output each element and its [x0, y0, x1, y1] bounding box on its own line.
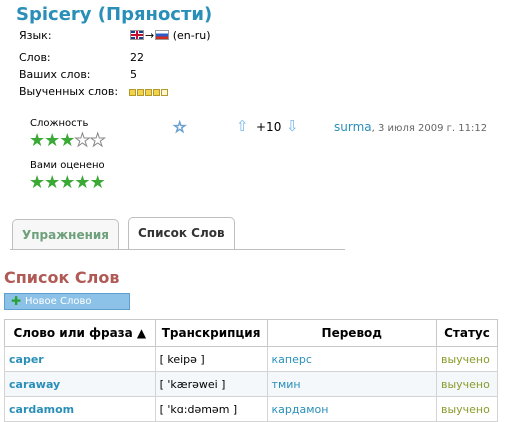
star-icon: ★: [89, 172, 106, 193]
progress-box: [161, 89, 168, 96]
your-rating-stars: ★★★★★: [29, 172, 106, 193]
header-status[interactable]: Статус: [435, 319, 499, 347]
author-link[interactable]: surma: [334, 120, 372, 134]
word-cell[interactable]: caraway: [4, 371, 156, 397]
star-icon: ★: [59, 172, 75, 193]
up-arrow-icon[interactable]: ⇧: [236, 117, 249, 135]
transcription-cell: [ 'kɑ:dəməm ]: [154, 396, 268, 422]
section-title: Список Слов: [4, 268, 120, 287]
status-cell: выучено: [435, 396, 499, 422]
favorite-star-icon[interactable]: ☆: [172, 118, 186, 137]
down-arrow-icon[interactable]: ⇩: [286, 117, 299, 135]
star-icon: ★: [44, 130, 60, 151]
plus-icon: ✚: [11, 294, 22, 308]
language-label: Язык:: [19, 29, 52, 42]
progress-box: [153, 89, 160, 96]
new-word-label: Новое Слово: [25, 296, 92, 307]
learned-label: Выученных слов:: [19, 85, 119, 98]
progress-box: [137, 89, 144, 96]
star-icon: ★: [44, 172, 60, 193]
language-value: → (en-ru): [130, 29, 211, 42]
table-row: caper [ keipə ] каперс выучено: [4, 346, 499, 372]
translation-cell[interactable]: каперс: [266, 346, 437, 372]
translation-cell[interactable]: тмин: [266, 371, 437, 397]
translation-cell[interactable]: кардамон: [266, 396, 437, 422]
ru-flag-icon: [155, 30, 170, 40]
progress-box: [129, 89, 136, 96]
words-label: Слов:: [19, 51, 51, 64]
your-words-label: Ваших слов:: [19, 68, 91, 81]
difficulty-stars: ★★★★★: [29, 130, 106, 151]
transcription-cell: [ 'kærəwei ]: [154, 371, 268, 397]
difficulty-label: Сложность: [30, 118, 89, 129]
header-translation[interactable]: Перевод: [266, 319, 437, 347]
header-transcription[interactable]: Транскрипция: [154, 319, 268, 347]
score: +10: [256, 120, 282, 134]
table-row: cardamom [ 'kɑ:dəməm ] кардамон выучено: [4, 396, 499, 422]
word-cell[interactable]: cardamom: [4, 396, 156, 422]
uk-flag-icon: [130, 30, 144, 40]
table-row: caraway [ 'kærəwei ] тмин выучено: [4, 371, 499, 397]
tab-exercises[interactable]: Упражнения: [12, 219, 120, 249]
transcription-cell: [ keipə ]: [154, 346, 268, 372]
word-cell[interactable]: caper: [4, 346, 156, 372]
date: , 3 июля 2009 г. 11:12: [371, 123, 488, 134]
page-title: Spicery (Пряности): [16, 4, 213, 25]
tab-divider: [10, 249, 345, 250]
words-value: 22: [130, 51, 144, 64]
language-code: (en-ru): [172, 29, 211, 42]
word-table: Слово или фраза ▲ Транскрипция Перевод С…: [4, 319, 499, 422]
status-cell: выучено: [435, 371, 499, 397]
status-cell: выучено: [435, 346, 499, 372]
new-word-button[interactable]: ✚ Новое Слово: [4, 293, 130, 310]
learned-progress: [129, 86, 169, 99]
progress-box: [145, 89, 152, 96]
star-icon: ★: [29, 130, 45, 151]
star-icon: ★: [74, 172, 90, 193]
tab-word-list[interactable]: Список Слов: [128, 217, 235, 249]
star-icon: ★: [74, 130, 91, 151]
star-icon: ★: [29, 172, 45, 193]
star-icon: ★: [89, 130, 106, 151]
header-word[interactable]: Слово или фраза ▲: [4, 319, 156, 347]
arrow-right-icon: →: [145, 29, 155, 42]
author-line: surma, 3 июля 2009 г. 11:12: [334, 120, 487, 134]
your-rating-label: Вами оценено: [30, 160, 105, 171]
your-words-value: 5: [130, 68, 137, 81]
star-icon: ★: [59, 130, 75, 151]
